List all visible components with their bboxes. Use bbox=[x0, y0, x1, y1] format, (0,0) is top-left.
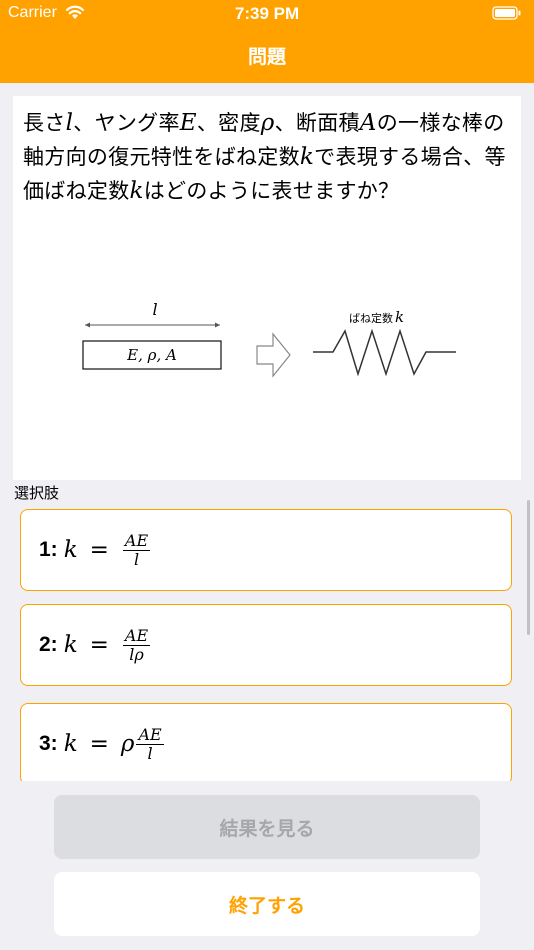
choice-2-button[interactable]: 2: k = AE lρ bbox=[20, 604, 512, 686]
rod-spring-figure: l E, ρ, A ばね定数 k bbox=[82, 300, 456, 378]
svg-text:ばね定数k: ばね定数 k bbox=[349, 308, 404, 326]
status-bar: Carrier 7:39 PM bbox=[0, 0, 534, 30]
choice-1-button[interactable]: 1: k = AE l bbox=[20, 509, 512, 591]
choices-label: 選択肢 bbox=[14, 484, 60, 502]
view-results-button[interactable]: 結果を見る bbox=[54, 795, 480, 859]
choice-formula: k = AE l bbox=[63, 530, 151, 569]
spring-constant-var: k bbox=[395, 308, 404, 326]
fraction: AE l bbox=[122, 530, 151, 569]
choice-3-button[interactable]: 3: k = ρ AE l bbox=[20, 703, 512, 781]
question-text: 長さl、ヤング率E、密度ρ、断面積Aの一様な棒の軸方向の復元特性をばね定数kで表… bbox=[23, 110, 506, 204]
navigation-header: Carrier 7:39 PM 問題 bbox=[0, 0, 534, 83]
choice-number: 1: bbox=[39, 538, 58, 561]
question-card: 長さl、ヤング率E、密度ρ、断面積Aの一様な棒の軸方向の復元特性をばね定数kで表… bbox=[13, 96, 521, 480]
choice-formula: k = AE lρ bbox=[63, 625, 151, 664]
scrollbar[interactable] bbox=[527, 500, 530, 635]
choice-number: 3: bbox=[39, 732, 58, 755]
finish-button[interactable]: 終了する bbox=[54, 872, 480, 936]
rod-label: E, ρ, A bbox=[126, 346, 177, 364]
spring-constant-label: ばね定数 bbox=[349, 311, 393, 325]
length-dimension-arrow bbox=[85, 322, 220, 328]
length-label: l bbox=[152, 300, 157, 319]
choice-number: 2: bbox=[39, 633, 58, 656]
status-time: 7:39 PM bbox=[234, 4, 300, 23]
arrow-right-icon bbox=[256, 332, 291, 378]
fraction: AE lρ bbox=[122, 625, 151, 664]
page-title: 問題 bbox=[247, 46, 286, 68]
fraction: AE l bbox=[136, 724, 164, 763]
battery-icon bbox=[492, 6, 521, 20]
spring-icon bbox=[313, 328, 456, 377]
choice-formula: k = ρ AE l bbox=[63, 724, 164, 763]
choices-list[interactable]: 1: k = AE l 2: k = AE lρ 3: k = ρ AE l bbox=[0, 505, 534, 781]
